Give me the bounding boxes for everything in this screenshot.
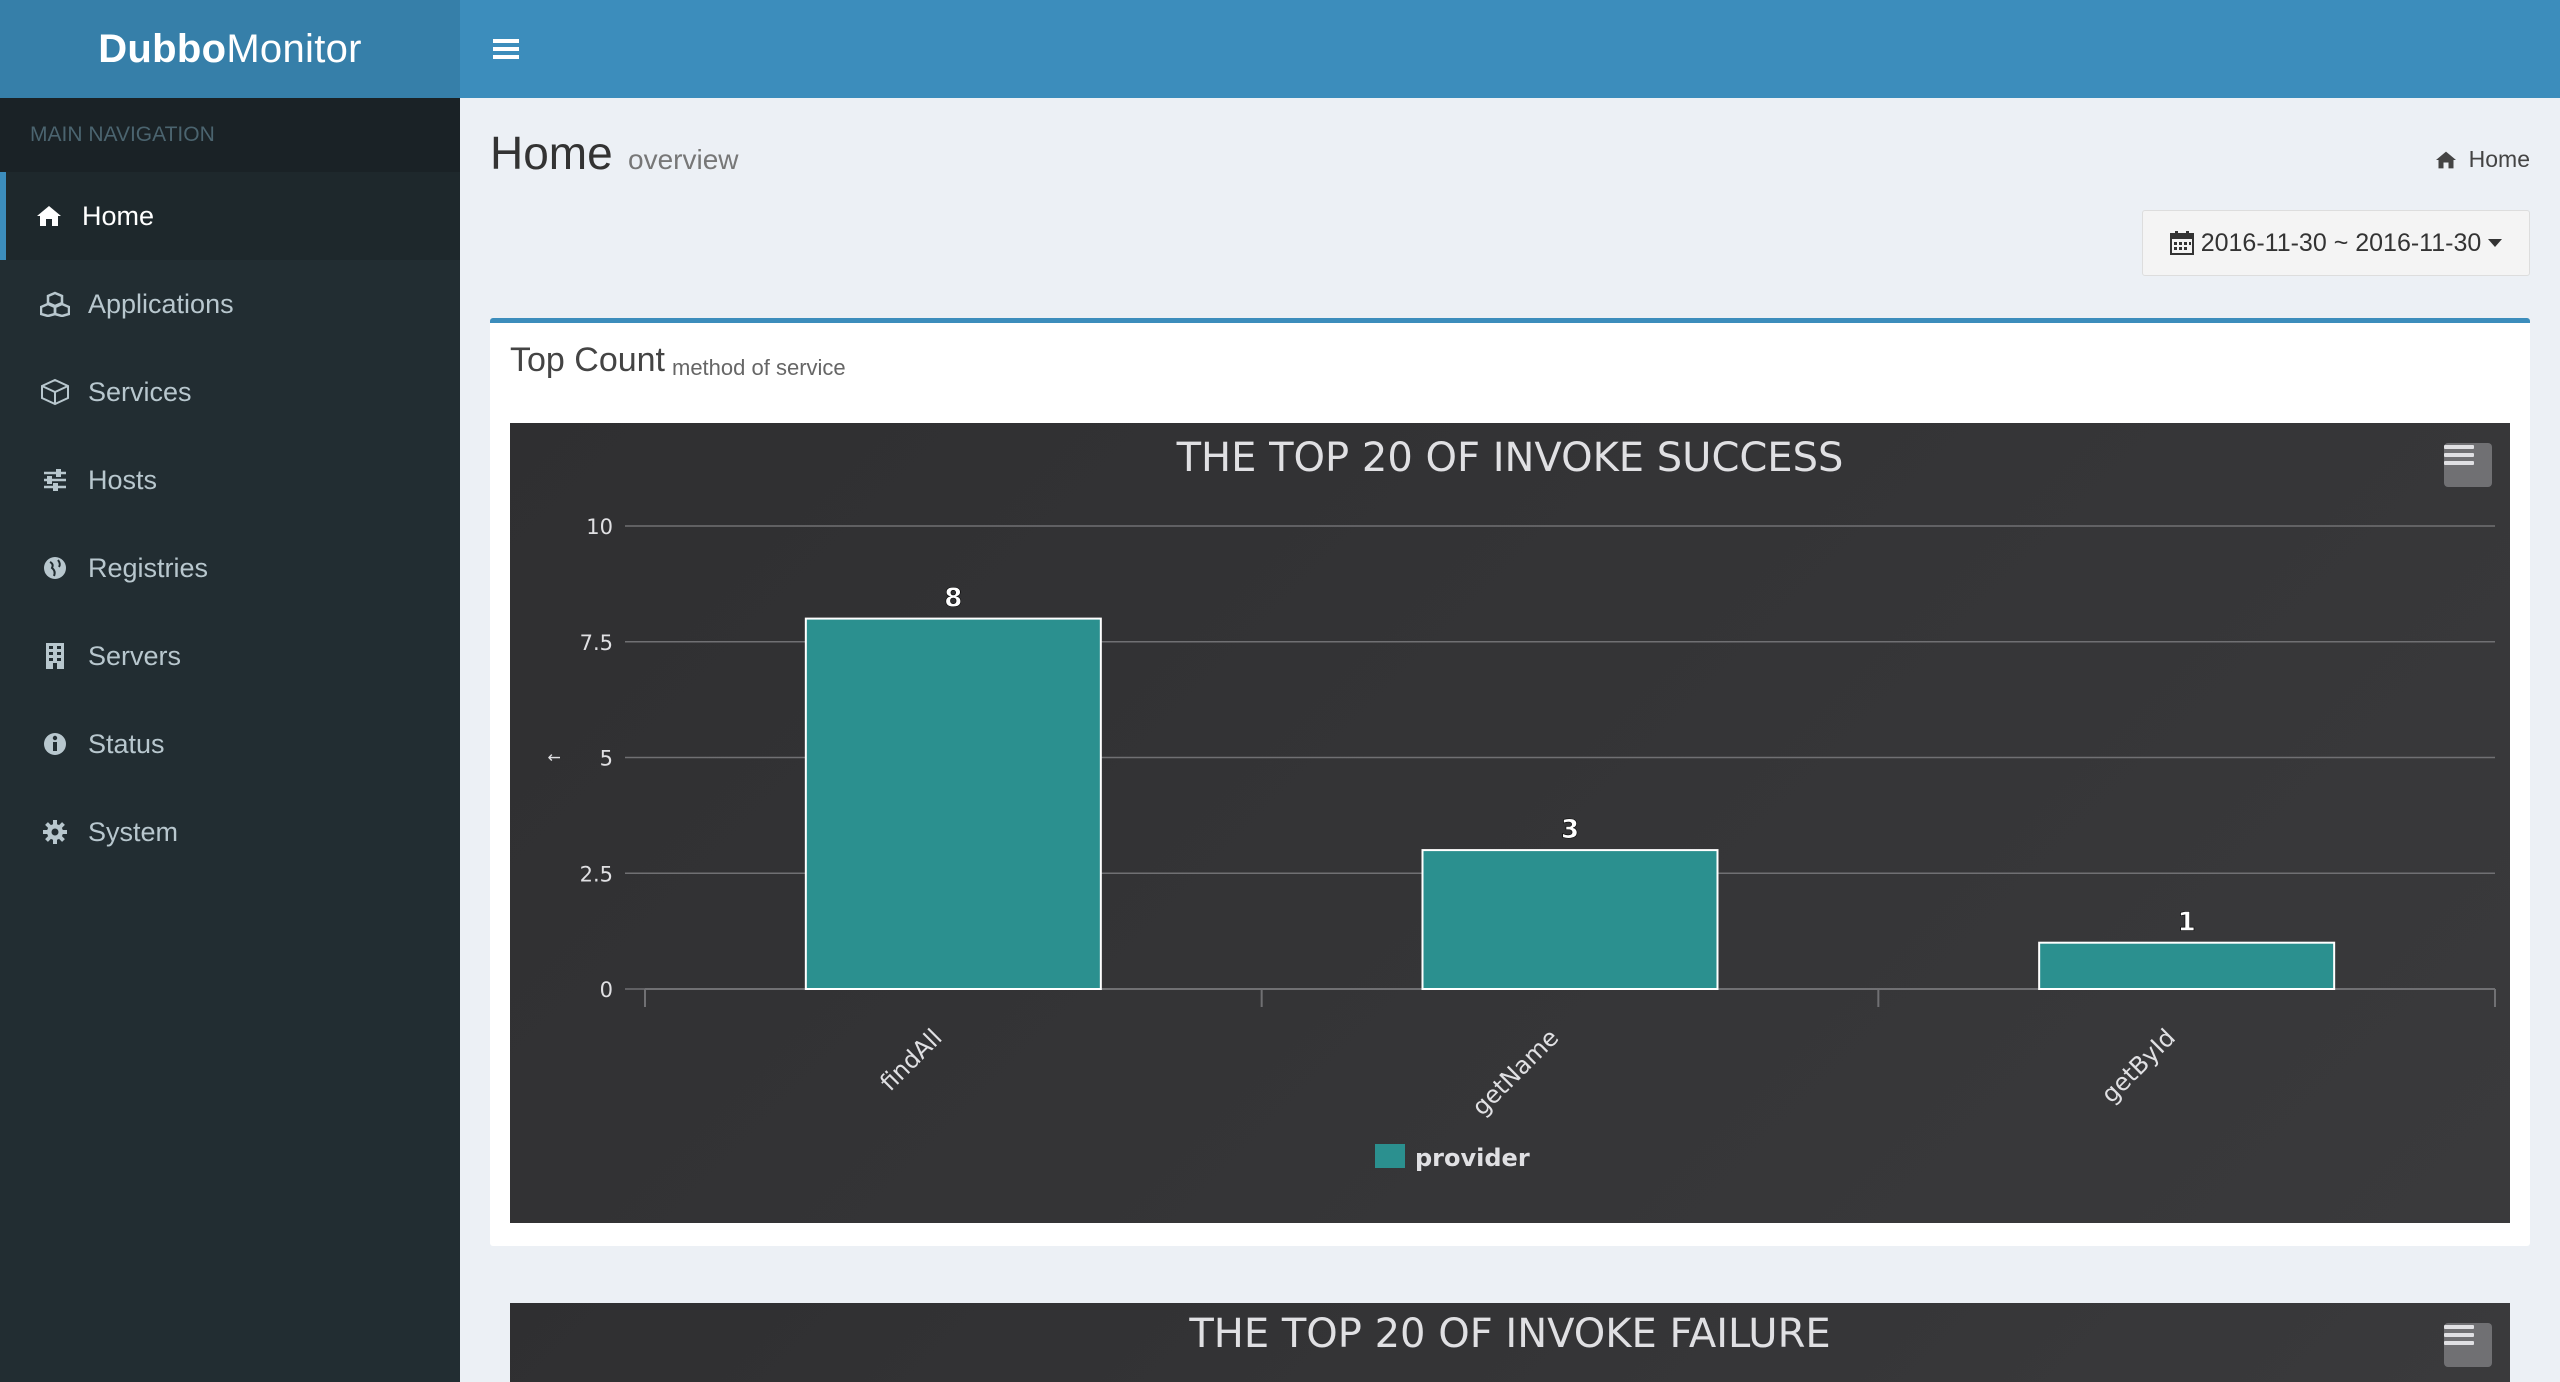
x-tick-label: getById xyxy=(2096,1023,2181,1108)
breadcrumb-home-link[interactable]: Home xyxy=(2469,146,2530,173)
sidebar: MAIN NAVIGATION Home Applications Servic… xyxy=(0,98,460,1382)
top-count-box: Top Count method of service THE TOP 20 O… xyxy=(490,318,2530,1246)
y-tick-label: 7.5 xyxy=(580,631,613,655)
globe-icon xyxy=(40,553,70,583)
invoke-success-chart: THE TOP 20 OF INVOKE SUCCESS 0 2.5 5 7.5 10 ↑ 8… xyxy=(510,423,2510,1223)
y-tick-label: 0 xyxy=(600,978,613,1002)
sidebar-item-hosts[interactable]: Hosts xyxy=(0,436,460,524)
legend-label: provider xyxy=(1415,1144,1530,1172)
bar-getName xyxy=(1421,849,1719,990)
gear-icon xyxy=(40,817,70,847)
sidebar-toggle-button[interactable] xyxy=(482,28,530,70)
sidebar-item-home[interactable]: Home xyxy=(0,172,460,260)
page-subtitle: overview xyxy=(628,144,739,175)
menu-icon xyxy=(2444,1325,2474,1345)
sidebar-item-label: Servers xyxy=(88,640,182,671)
sidebar-item-label: System xyxy=(88,816,179,847)
top-navbar xyxy=(460,0,2560,98)
calendar-icon xyxy=(2169,231,2194,255)
y-tick-label: 2.5 xyxy=(580,862,613,886)
y-axis-label: ↑ xyxy=(545,751,564,764)
sidebar-item-label: Hosts xyxy=(88,464,158,495)
page-title: Home xyxy=(490,127,613,179)
data-label: 1 xyxy=(2178,908,2196,938)
chart-menu-button[interactable] xyxy=(2444,443,2492,487)
y-tick-label: 5 xyxy=(600,747,613,771)
sidebar-item-applications[interactable]: Applications xyxy=(0,260,460,348)
sidebar-item-label: Home xyxy=(82,200,155,231)
box-title: Top Count xyxy=(510,341,665,379)
main-content: Home overview Home 2016-11-30 ~ 2016-11-… xyxy=(460,98,2560,1382)
chart-menu-button[interactable] xyxy=(2444,1323,2492,1367)
caret-down-icon xyxy=(2488,239,2503,247)
y-tick-label: 10 xyxy=(586,515,613,539)
sidebar-item-servers[interactable]: Servers xyxy=(0,612,460,700)
x-tick-label: findAll xyxy=(875,1023,948,1096)
building-icon xyxy=(40,641,70,671)
chart-title: THE TOP 20 OF INVOKE FAILURE xyxy=(1189,1311,1831,1357)
info-icon xyxy=(40,729,70,759)
chart-title: THE TOP 20 OF INVOKE SUCCESS xyxy=(1176,435,1844,481)
data-label: 3 xyxy=(1561,815,1579,845)
sidebar-item-label: Applications xyxy=(88,288,234,319)
date-range-label: 2016-11-30 ~ 2016-11-30 xyxy=(2200,228,2482,257)
x-tick-label: getName xyxy=(1467,1023,1565,1121)
date-range-button[interactable]: 2016-11-30 ~ 2016-11-30 xyxy=(2142,210,2530,276)
cube-icon xyxy=(40,377,70,407)
sidebar-item-system[interactable]: System xyxy=(0,788,460,876)
logo-bold: Dubbo xyxy=(98,26,227,71)
box-subtitle: method of service xyxy=(672,355,846,380)
sliders-icon xyxy=(40,465,70,495)
sidebar-item-status[interactable]: Status xyxy=(0,700,460,788)
sidebar-item-services[interactable]: Services xyxy=(0,348,460,436)
home-icon xyxy=(2435,151,2456,168)
invoke-failure-chart: THE TOP 20 OF INVOKE FAILURE xyxy=(510,1303,2510,1382)
menu-icon xyxy=(2444,445,2474,465)
home-icon xyxy=(34,201,64,231)
logo-light: Monitor xyxy=(226,26,362,71)
bar-findAll xyxy=(804,617,1102,990)
hamburger-icon xyxy=(493,39,519,59)
invoke-success-chart-svg: THE TOP 20 OF INVOKE SUCCESS 0 2.5 5 7.5 10 ↑ 8… xyxy=(545,435,2496,1172)
bar-getById xyxy=(2038,941,2336,991)
breadcrumb: Home xyxy=(2435,146,2530,173)
sidebar-item-registries[interactable]: Registries xyxy=(0,524,460,612)
legend-swatch xyxy=(1375,1144,1405,1168)
sidebar-item-label: Services xyxy=(88,376,192,407)
cubes-icon xyxy=(40,289,70,319)
sidebar-header: MAIN NAVIGATION xyxy=(0,98,460,172)
data-label: 8 xyxy=(944,584,962,614)
app-logo[interactable]: Dubbo Monitor xyxy=(0,0,460,98)
sidebar-item-label: Registries xyxy=(88,552,209,583)
sidebar-item-label: Status xyxy=(88,728,165,759)
